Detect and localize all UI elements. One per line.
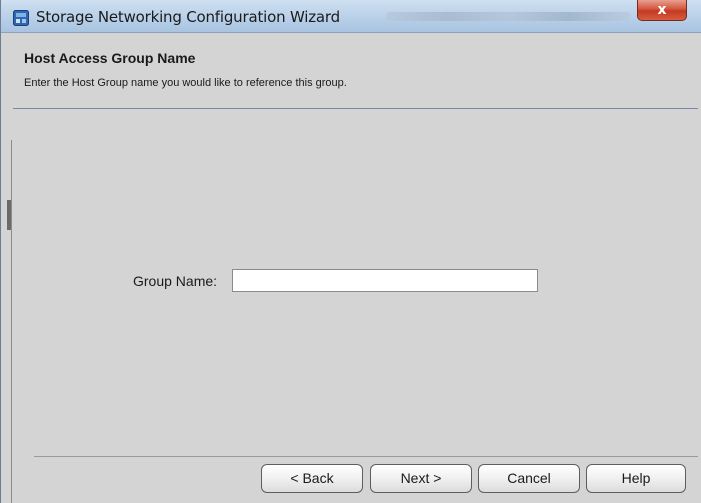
page-title: Host Access Group Name [24, 50, 196, 66]
page-subtitle: Enter the Host Group name you would like… [24, 77, 347, 89]
left-panel-edge [1, 140, 12, 503]
wizard-header: Host Access Group Name Enter the Host Gr… [11, 33, 701, 110]
group-name-label: Group Name: [133, 273, 218, 289]
close-icon: x [657, 2, 667, 18]
wizard-window: Storage Networking Configuration Wizard … [0, 0, 701, 503]
app-window-icon [13, 10, 29, 26]
group-name-input[interactable] [232, 269, 538, 292]
footer-divider [34, 456, 698, 457]
cancel-button[interactable]: Cancel [478, 464, 580, 493]
window-title: Storage Networking Configuration Wizard [36, 8, 340, 26]
close-button[interactable]: x [637, 0, 687, 21]
back-button[interactable]: < Back [261, 464, 363, 493]
help-button[interactable]: Help [586, 464, 686, 493]
next-button[interactable]: Next > [370, 464, 472, 493]
title-bar[interactable]: Storage Networking Configuration Wizard … [1, 0, 701, 33]
title-redacted-text [386, 12, 631, 21]
left-edge-handle [7, 200, 11, 230]
header-divider [13, 108, 698, 109]
